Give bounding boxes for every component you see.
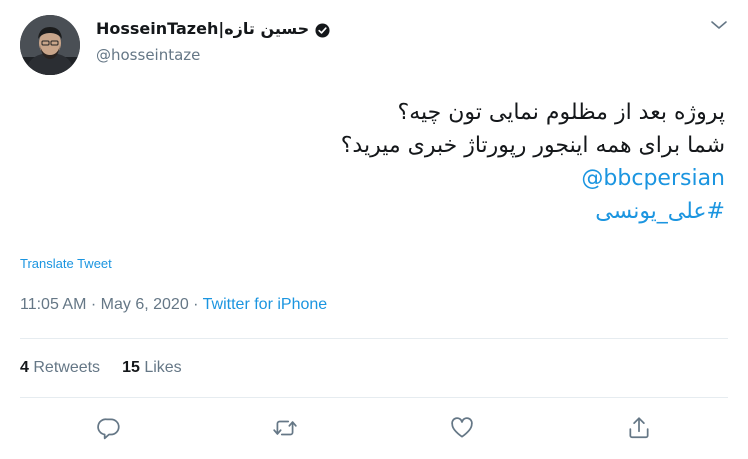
tweet-time[interactable]: 11:05 AM [20, 296, 86, 313]
avatar[interactable] [20, 15, 80, 75]
tweet-text: پروژه بعد از مظلوم نمایی تون چیه؟ شما بر… [45, 96, 725, 228]
divider [20, 338, 728, 339]
share-icon[interactable] [626, 415, 652, 441]
likes-count: 15 [122, 359, 140, 376]
author-handle[interactable]: @hosseintaze [96, 45, 200, 65]
retweets-count: 4 [20, 359, 29, 376]
tweet-line: پروژه بعد از مظلوم نمایی تون چیه؟ [397, 100, 725, 125]
tweet-date[interactable]: May 6, 2020 [101, 296, 189, 313]
retweet-icon[interactable] [272, 415, 298, 441]
tweet-metadata: 11:05 AM · May 6, 2020 · Twitter for iPh… [20, 294, 327, 316]
heart-icon[interactable] [449, 415, 475, 441]
avatar-photo [20, 15, 80, 75]
reply-icon[interactable] [96, 415, 122, 441]
author-display-name[interactable]: HosseinTazeh|حسین تازه [96, 18, 309, 40]
likes-label: Likes [144, 359, 182, 376]
hashtag-link[interactable]: #علی_یونسی [45, 195, 725, 228]
likes-stat[interactable]: 15 Likes [122, 357, 182, 379]
retweets-stat[interactable]: 4 Retweets [20, 357, 100, 379]
mention-link[interactable]: @bbcpersian [45, 162, 725, 195]
author-name-row[interactable]: HosseinTazeh|حسین تازه [96, 18, 330, 40]
verified-badge-icon [315, 22, 330, 38]
chevron-down-icon[interactable] [708, 14, 730, 36]
tweet-actions [0, 413, 748, 443]
tweet-source-link[interactable]: Twitter for iPhone [203, 296, 328, 313]
meta-separator: · [90, 296, 97, 313]
tweet-line: شما برای همه اینجور رپورتاژ خبری میرید؟ [340, 133, 725, 158]
divider [20, 397, 728, 398]
translate-tweet-link[interactable]: Translate Tweet [20, 255, 112, 273]
engagement-stats: 4 Retweets 15 Likes [20, 357, 182, 379]
meta-separator: · [193, 296, 199, 313]
retweets-label: Retweets [33, 359, 101, 376]
